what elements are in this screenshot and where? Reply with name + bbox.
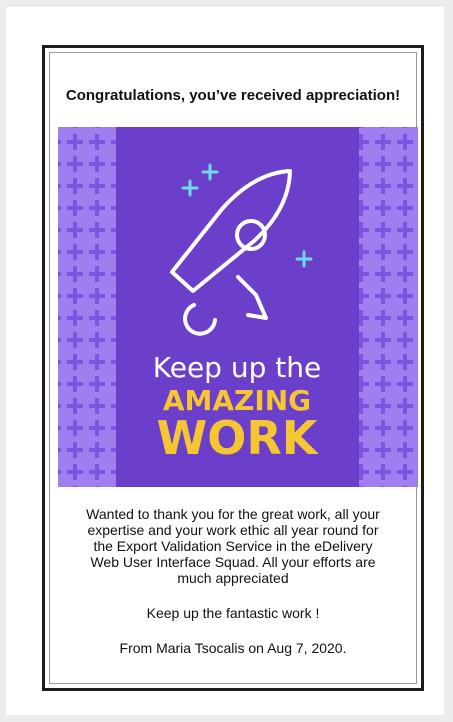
email-body: Congratulations, you’ve received appreci… [6,7,444,715]
appreciation-card-inner: Congratulations, you’ve received appreci… [49,52,418,684]
appreciation-card: Congratulations, you’ve received appreci… [42,45,424,691]
card-headline: Congratulations, you’ve received appreci… [65,87,401,104]
banner-line-1: Keep up the [153,351,321,384]
banner-line-3: WORK [157,411,320,465]
card-message-block: Wanted to thank you for the great work, … [50,506,416,656]
signature-line: From Maria Tsocalis on Aug 7, 2020. [119,640,347,656]
appreciation-message: Wanted to thank you for the great work, … [86,506,380,586]
appreciation-banner-image: Keep up the AMAZING WORK [58,127,418,487]
closing-line: Keep up the fantastic work ! [146,605,320,621]
